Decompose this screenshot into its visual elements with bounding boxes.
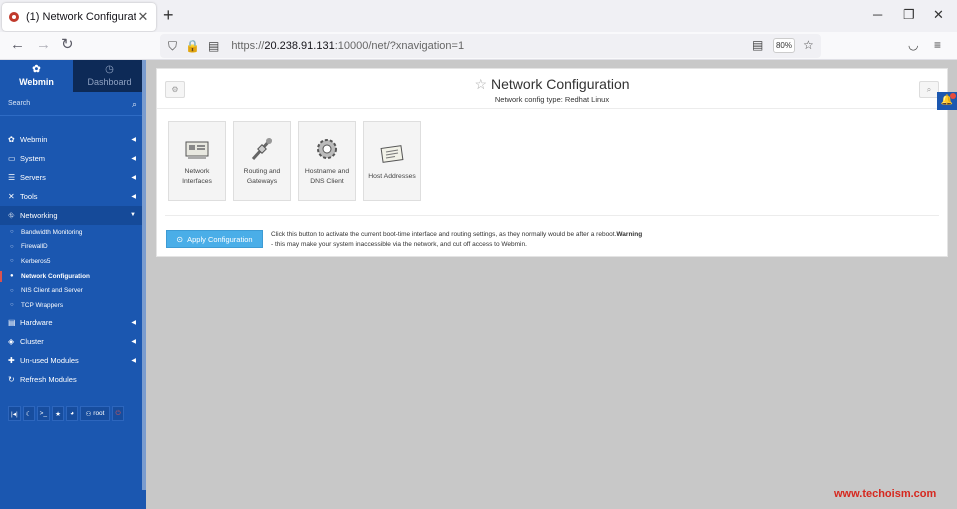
caret-left-icon: ◀ xyxy=(131,156,136,162)
module-icons: Network Interfaces Routing and Gateways … xyxy=(168,121,421,201)
favorites-star-icon[interactable]: ★ xyxy=(52,406,65,421)
sidebar-item-cluster[interactable]: ◈ Cluster ◀ xyxy=(0,332,146,351)
network-interfaces-button[interactable]: Network Interfaces xyxy=(168,121,226,201)
webmin-favicon-icon xyxy=(9,12,19,22)
users-icon: ⚇ xyxy=(85,410,92,418)
cluster-icon: ◈ xyxy=(8,336,15,346)
hostname-dns-button[interactable]: Hostname and DNS Client xyxy=(298,121,356,201)
browser-tab[interactable]: (1) Network Configuration — W ✕ xyxy=(2,3,156,31)
reload-icon[interactable]: ↻ xyxy=(61,37,74,53)
sidebar-item-networking[interactable]: ⛗ Networking ▼ xyxy=(0,206,146,225)
permissions-icon[interactable]: ▤ xyxy=(208,39,219,53)
sidebar-search-input[interactable]: Search ⌕ xyxy=(0,94,146,116)
url-text: https://20.238.91.131:10000/net/?xnaviga… xyxy=(231,40,465,52)
divider xyxy=(165,215,939,216)
notifications-bell-icon[interactable]: 🔔 xyxy=(937,92,957,110)
sidebar: ✿ Webmin ◷ Dashboard Search ⌕ ✿ Webmin ◀ ▭… xyxy=(0,60,146,509)
caret-left-icon: ◀ xyxy=(131,338,136,345)
apply-description: Click this button to activate the curren… xyxy=(271,231,643,248)
window-close-icon[interactable]: ✕ xyxy=(933,7,944,23)
search-icon[interactable]: ⌕ xyxy=(132,99,137,110)
forward-icon[interactable]: → xyxy=(36,37,51,53)
bookmark-star-icon[interactable]: ☆ xyxy=(803,38,814,52)
check-circle-icon: ⊙ xyxy=(176,234,184,244)
main-content: ⚙ ☆ Network Configuration Network config … xyxy=(146,60,957,509)
refresh-icon: ↻ xyxy=(8,374,15,384)
night-mode-icon[interactable]: ☾ xyxy=(22,406,35,421)
sidebar-subitem-nis[interactable]: ○ NIS Client and Server xyxy=(0,283,146,298)
hardware-icon: ▤ xyxy=(8,317,16,327)
routing-gateways-button[interactable]: Routing and Gateways xyxy=(233,121,291,201)
sidebar-subitem-kerberos[interactable]: ○ Kerberos5 xyxy=(0,254,146,269)
shield-icon[interactable]: ⛉ xyxy=(168,39,177,54)
address-card-icon xyxy=(380,144,404,163)
new-tab-icon[interactable]: + xyxy=(163,6,174,24)
pocket-icon[interactable]: ◡ xyxy=(908,38,918,52)
sidebar-subitem-network-configuration[interactable]: ● Network Configuration xyxy=(0,269,146,284)
page-title: ☆ Network Configuration xyxy=(474,76,630,92)
caret-left-icon: ◀ xyxy=(131,175,136,181)
sidebar-item-tools[interactable]: ✕ Tools ◀ xyxy=(0,187,146,206)
network-icon: ⛗ xyxy=(8,210,15,220)
close-tab-icon[interactable]: ✕ xyxy=(136,9,150,25)
sidebar-item-webmin[interactable]: ✿ Webmin ◀ xyxy=(0,130,146,149)
server-icon: ☰ xyxy=(8,173,16,182)
lock-icon[interactable]: 🔒 xyxy=(185,39,200,53)
notification-badge xyxy=(950,93,956,99)
collapse-icon[interactable]: |◂| xyxy=(8,406,21,421)
panel-header: ⚙ ☆ Network Configuration Network config … xyxy=(157,69,947,109)
monitor-icon: ▭ xyxy=(8,154,16,163)
routing-cable-icon xyxy=(251,137,273,161)
menu-icon[interactable]: ≡ xyxy=(934,38,941,52)
theme-palette-icon[interactable]: ◕ xyxy=(66,406,79,421)
host-addresses-button[interactable]: Host Addresses xyxy=(363,121,421,201)
sidebar-toolbar: |◂| ☾ >_ ★ ◕ ⚇ root ⏻ xyxy=(8,406,135,422)
sidebar-item-servers[interactable]: ☰ Servers ◀ xyxy=(0,168,146,187)
tools-icon: ✕ xyxy=(8,192,15,201)
sidebar-subitem-tcp-wrappers[interactable]: ○ TCP Wrappers xyxy=(0,298,146,313)
tab-title: (1) Network Configuration — W xyxy=(26,11,136,23)
terminal-icon[interactable]: >_ xyxy=(36,406,51,421)
logout-icon[interactable]: ⏻ xyxy=(112,406,125,421)
caret-left-icon: ◀ xyxy=(131,137,136,143)
sidebar-item-system[interactable]: ▭ System ◀ xyxy=(0,149,146,168)
sidebar-item-unused-modules[interactable]: ✚ Un-used Modules ◀ xyxy=(0,351,146,370)
sidebar-tab-webmin[interactable]: ✿ Webmin xyxy=(0,60,73,92)
sidebar-item-hardware[interactable]: ▤ Hardware ◀ xyxy=(0,313,146,332)
browser-tab-bar: (1) Network Configuration — W ✕ + ─ ❐ ✕ xyxy=(0,0,957,32)
dashboard-icon: ◷ xyxy=(105,64,114,75)
gear-icon: ✿ xyxy=(8,135,15,144)
puzzle-icon: ✚ xyxy=(8,355,15,365)
user-button[interactable]: ⚇ root xyxy=(80,406,111,421)
module-panel: ⚙ ☆ Network Configuration Network config … xyxy=(156,68,948,257)
apply-configuration-button[interactable]: ⊙ Apply Configuration xyxy=(166,230,263,248)
page-subtitle: Network config type: Redhat Linux xyxy=(494,95,610,104)
reader-view-icon[interactable]: ▤ xyxy=(752,38,763,52)
browser-nav-bar: ← → ↻ ⛉ 🔒 ▤ https://20.238.91.131:10000/… xyxy=(0,32,957,60)
sidebar-subitem-bandwidth[interactable]: ○ Bandwidth Monitoring xyxy=(0,225,146,240)
caret-left-icon: ◀ xyxy=(131,319,136,326)
gear-settings-icon xyxy=(317,139,337,159)
caret-left-icon: ◀ xyxy=(131,357,136,364)
panel-search-icon[interactable]: ⌕ xyxy=(919,81,939,98)
sidebar-subitem-firewalld[interactable]: ○ FirewallD xyxy=(0,240,146,255)
url-bar[interactable]: ⛉ 🔒 ▤ https://20.238.91.131:10000/net/?x… xyxy=(160,34,821,58)
favorite-star-icon[interactable]: ☆ xyxy=(474,76,487,92)
caret-down-icon: ▼ xyxy=(130,212,136,218)
restore-icon[interactable]: ❐ xyxy=(903,7,915,23)
webmin-logo-icon: ✿ xyxy=(32,64,41,75)
network-card-icon xyxy=(185,141,209,159)
minimize-icon[interactable]: ─ xyxy=(873,7,882,22)
sidebar-item-refresh-modules[interactable]: ↻ Refresh Modules xyxy=(0,370,146,389)
back-icon[interactable]: ← xyxy=(10,37,25,53)
sidebar-tab-dashboard[interactable]: ◷ Dashboard xyxy=(73,60,146,92)
watermark: www.techoism.com xyxy=(834,488,937,500)
zoom-level[interactable]: 80% xyxy=(773,38,795,53)
caret-left-icon: ◀ xyxy=(131,194,136,200)
